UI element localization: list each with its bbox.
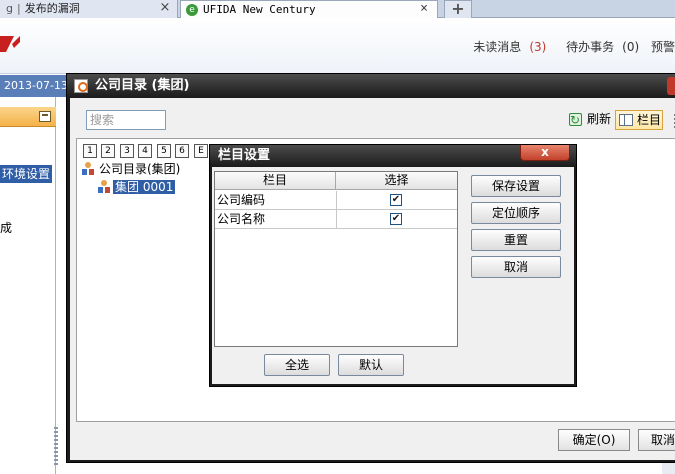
close-icon[interactable]: × [158, 0, 172, 17]
todo-link[interactable]: 待办事务 (0) [558, 40, 639, 54]
tree-root-node[interactable]: 公司目录(集团) [81, 161, 180, 177]
level-button-4[interactable]: 4 [138, 144, 152, 158]
browser-tab-vuln[interactable]: g | 发布的漏洞 × [0, 0, 178, 18]
columns-icon [619, 114, 633, 126]
level-button-3[interactable]: 3 [120, 144, 134, 158]
tree-child-node[interactable]: 集团 0001 [97, 179, 176, 195]
close-icon[interactable]: × [417, 1, 431, 18]
select-checkbox[interactable]: ✔ [390, 213, 402, 225]
organization-icon [97, 180, 111, 194]
new-tab-button[interactable]: + [444, 0, 472, 18]
header-links: 未读消息 (3) 待办事务 (0) 预警 [457, 38, 675, 55]
cancel-button[interactable]: 取消 [471, 256, 561, 278]
dialog-title-bar[interactable]: 公司目录 (集团) [67, 74, 675, 98]
column-table: 栏目 选择 公司编码 ✔ 公司名称 ✔ [214, 171, 458, 347]
left-panel-header [0, 107, 56, 127]
dialog-title: 公司目录 (集团) [95, 78, 190, 93]
minimize-icon[interactable] [39, 111, 51, 122]
unread-count: (3) [529, 40, 547, 54]
left-item[interactable]: 成 [0, 219, 12, 236]
save-settings-button[interactable]: 保存设置 [471, 175, 561, 197]
header-column-name[interactable]: 栏目 [215, 172, 336, 190]
close-icon[interactable]: x [520, 145, 570, 161]
reset-button[interactable]: 重置 [471, 229, 561, 251]
search-input[interactable]: 搜索 [86, 110, 166, 130]
date-bar: 2013-07-13 [0, 75, 70, 97]
select-checkbox[interactable]: ✔ [390, 194, 402, 206]
tree-root-label: 公司目录(集团) [99, 162, 181, 176]
columns-button[interactable]: 栏目 [615, 110, 663, 130]
level-button-1[interactable]: 1 [83, 144, 97, 158]
refresh-label: 刷新 [587, 112, 612, 126]
browser-tab-ufida[interactable]: e UFIDA New Century × [180, 0, 438, 18]
column-settings-body: 栏目 选择 公司编码 ✔ 公司名称 ✔ 保存设置 定位顺序 重置 取消 全选 默… [212, 167, 574, 384]
tab-separator: | [16, 2, 21, 15]
organization-icon [81, 162, 95, 176]
level-button-2[interactable]: 2 [101, 144, 115, 158]
tab-cut-text: g [6, 2, 13, 15]
splitter-handle[interactable] [54, 427, 58, 467]
header-column-select[interactable]: 选择 [336, 172, 457, 190]
tab-label: UFIDA New Century [203, 3, 316, 16]
cell-divider [336, 191, 337, 209]
browser-tab-strip: g | 发布的漏洞 × e UFIDA New Century × + [0, 0, 675, 18]
left-item-env-settings[interactable]: 环境设置 [0, 165, 53, 183]
table-row[interactable]: 公司名称 ✔ [215, 210, 457, 229]
column-table-header: 栏目 选择 [215, 172, 457, 190]
tab-label: 发布的漏洞 [24, 2, 80, 15]
row-name: 公司名称 [217, 212, 266, 226]
left-panel: 环境设置 成 [0, 97, 58, 474]
refresh-button[interactable]: 刷新 [567, 110, 611, 130]
locate-order-button[interactable]: 定位顺序 [471, 202, 561, 224]
ie-page-icon: e [186, 4, 198, 16]
cell-divider [336, 210, 337, 228]
default-button[interactable]: 默认 [338, 354, 404, 376]
select-all-button[interactable]: 全选 [264, 354, 330, 376]
tree-child-label: 集团 0001 [113, 180, 176, 194]
cancel-button[interactable]: 取消 [638, 429, 675, 451]
table-row[interactable]: 公司编码 ✔ [215, 191, 457, 210]
ufida-logo-icon [0, 36, 20, 52]
unread-messages-link[interactable]: 未读消息 (3) [465, 40, 546, 54]
level-button-5[interactable]: 5 [157, 144, 171, 158]
level-button-expand[interactable]: E [194, 144, 208, 158]
app-header: 未读消息 (3) 待办事务 (0) 预警 [0, 19, 675, 74]
level-button-6[interactable]: 6 [175, 144, 189, 158]
warning-link[interactable]: 预警 [651, 40, 675, 54]
java-icon [74, 79, 88, 93]
columns-label: 栏目 [637, 113, 662, 127]
column-settings-dialog: 栏目设置 x 栏目 选择 公司编码 ✔ 公司名称 ✔ 保存设置 定位顺序 重置 … [209, 144, 577, 387]
refresh-icon [569, 111, 582, 129]
ok-button[interactable]: 确定(O) [558, 429, 630, 451]
close-icon[interactable] [667, 77, 675, 95]
row-name: 公司编码 [217, 193, 266, 207]
todo-count: (0) [622, 40, 640, 54]
